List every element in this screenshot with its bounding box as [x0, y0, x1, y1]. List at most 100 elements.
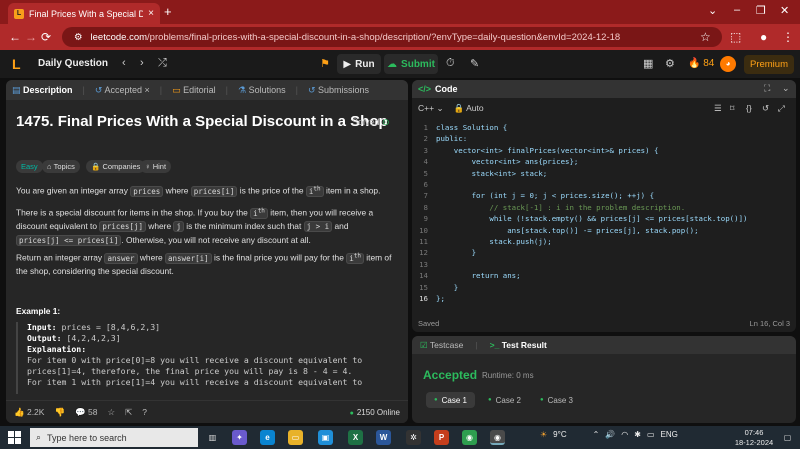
settings-gear-icon[interactable]: ⚙ [665, 57, 675, 70]
code-editor[interactable]: 1 class Solution {2 public: 3 vector<int> f… [412, 122, 796, 312]
tab-testcase[interactable]: ☑ Testcase [420, 340, 463, 351]
braces-icon[interactable]: {} [746, 103, 752, 113]
bookmark-icon[interactable]: ⌑ [730, 103, 734, 114]
topics-tag[interactable]: ⌂ Topics [42, 160, 80, 173]
extensions-icon[interactable]: ⬚ [730, 30, 741, 44]
volume-icon[interactable]: 🔊 [605, 430, 615, 439]
reset-icon[interactable]: ↺ [762, 103, 769, 114]
tab-search-icon[interactable]: ⌄ [708, 4, 717, 17]
tab-submissions[interactable]: ↺ Submissions [308, 85, 369, 96]
code-line[interactable]: 6 [412, 179, 796, 190]
word-icon[interactable]: W [376, 430, 391, 445]
code-line[interactable]: 8 // stack[-1] : i in the problem descri… [412, 202, 796, 213]
code-line[interactable]: 3 vector<int> finalPrices(vector<int>& p… [412, 145, 796, 156]
weather-icon[interactable]: ☀ [540, 430, 547, 439]
code-line[interactable]: 5 stack<int> stack; [412, 168, 796, 179]
tab-solutions[interactable]: ⚗ Solutions [238, 85, 286, 96]
code-line[interactable]: 12 } [412, 247, 796, 258]
back-arrow-icon[interactable]: ← [9, 30, 21, 44]
daily-question-link[interactable]: Daily Question [38, 58, 108, 69]
temperature[interactable]: 9°C [553, 430, 566, 439]
reload-icon[interactable]: ⟳ [41, 30, 51, 44]
store-icon[interactable]: ▣ [318, 430, 333, 445]
powerpoint-icon[interactable]: P [434, 430, 449, 445]
bluetooth-icon[interactable]: ✱ [634, 430, 641, 439]
code-line[interactable]: 14 return ans; [412, 270, 796, 281]
slack-icon[interactable]: ✲ [406, 430, 421, 445]
premium-button[interactable]: Premium [744, 55, 794, 74]
close-window-button[interactable]: ✕ [780, 4, 789, 17]
code-line[interactable]: 4 vector<int> ans{prices}; [412, 156, 796, 167]
file-explorer-icon[interactable]: ▭ [288, 430, 303, 445]
debug-icon[interactable]: ⚑ [320, 57, 330, 70]
tab-editorial[interactable]: ▭ Editorial [172, 85, 216, 96]
expand-icon[interactable]: ⛶ [764, 83, 770, 94]
taskbar-search-input[interactable]: ⌕ Type here to search [30, 428, 198, 447]
difficulty-tag[interactable]: Easy [16, 160, 43, 173]
code-line[interactable]: 9 while (!stack.empty() && prices[j] <= … [412, 213, 796, 224]
code-line[interactable]: 1 class Solution { [412, 122, 796, 133]
battery-icon[interactable]: ▭ [647, 430, 655, 439]
layout-icon[interactable]: ▦ [643, 57, 653, 70]
notes-icon[interactable]: ✎ [470, 57, 479, 70]
code-line[interactable]: 15 } [412, 282, 796, 293]
code-line[interactable]: 2 public: [412, 133, 796, 144]
forward-arrow-icon[interactable]: → [25, 30, 37, 44]
code-line[interactable]: 10 ans[stack.top()] -= prices[j], stack.… [412, 225, 796, 236]
browser-menu-icon[interactable]: ⋮ [782, 30, 794, 44]
tab-close-icon[interactable]: × [148, 8, 154, 19]
browser-tab[interactable]: L Final Prices With a Special Disco × [8, 3, 160, 24]
site-info-icon[interactable]: ⚙ [74, 32, 83, 43]
favorite-star-icon[interactable]: ☆ [108, 407, 116, 418]
excel-icon[interactable]: X [348, 430, 363, 445]
code-line[interactable]: 16}; [412, 293, 796, 304]
format-icon[interactable]: ☰ [714, 103, 722, 114]
fullscreen-icon[interactable]: ⤢ [778, 103, 785, 114]
url-input[interactable]: ⚙ leetcode.com/problems/final-prices-wit… [62, 27, 722, 47]
submit-button[interactable]: ☁ Submit [384, 54, 438, 74]
run-button[interactable]: ▶ Run [337, 54, 381, 74]
edge-icon[interactable]: e [260, 430, 275, 445]
dislike-icon[interactable]: 👎 [54, 407, 65, 418]
comments-button[interactable]: 💬 58 [75, 407, 97, 418]
case-1-button[interactable]: Case 1 [426, 392, 475, 408]
case-3-button[interactable]: Case 3 [532, 392, 581, 408]
minimize-panel-icon[interactable]: ⌄ [782, 83, 790, 94]
code-line[interactable]: 7 for (int j = 0; j < prices.size(); ++j… [412, 190, 796, 201]
auto-complete-toggle[interactable]: 🔒 Auto [454, 103, 484, 114]
notifications-icon[interactable]: ▢ [780, 430, 795, 445]
timer-icon[interactable]: ⏱ [446, 57, 455, 70]
tab-accepted[interactable]: ↺ Accepted × [95, 85, 150, 96]
chrome-active-icon[interactable]: ◉ [490, 430, 505, 445]
case-2-button[interactable]: Case 2 [480, 392, 529, 408]
tab-description[interactable]: ▤ Description [12, 85, 73, 96]
copilot-icon[interactable]: ✦ [232, 430, 247, 445]
hint-tag[interactable]: ♀ Hint [140, 160, 172, 173]
task-view-icon[interactable]: ▥ [205, 430, 220, 445]
leetcode-logo-icon[interactable]: L [12, 56, 26, 72]
prev-problem-icon[interactable]: ‹ [122, 57, 126, 69]
wifi-icon[interactable]: ◠ [621, 430, 628, 439]
share-icon[interactable]: ⇱ [125, 407, 132, 418]
companies-tag[interactable]: 🔒 Companies [86, 160, 146, 173]
code-line[interactable]: 13 [412, 259, 796, 270]
code-line[interactable]: 11 stack.push(j); [412, 236, 796, 247]
user-avatar[interactable]: ◕ [720, 56, 736, 72]
clock[interactable]: 07:46 18-12-2024 [733, 428, 775, 447]
next-problem-icon[interactable]: › [140, 57, 144, 69]
bookmark-star-icon[interactable]: ☆ [700, 30, 711, 44]
maximize-button[interactable]: ❐ [756, 4, 766, 17]
language-indicator[interactable]: ENG [661, 430, 678, 439]
chrome-icon[interactable]: ◉ [462, 430, 477, 445]
shuffle-icon[interactable]: ⤮ [158, 57, 167, 70]
profile-icon[interactable]: ● [760, 30, 767, 44]
new-tab-button[interactable]: + [164, 4, 172, 19]
help-icon[interactable]: ? [142, 407, 147, 417]
minimize-button[interactable]: – [734, 4, 740, 16]
tray-apps-icon[interactable]: ⌃ [593, 430, 600, 439]
like-button[interactable]: 👍 2.2K [14, 407, 44, 418]
streak-counter[interactable]: 🔥 84 [688, 58, 714, 69]
tab-test-result[interactable]: >_ Test Result [490, 340, 547, 350]
language-select[interactable]: C++ ⌄ [418, 103, 444, 114]
windows-start-icon[interactable] [8, 431, 21, 444]
